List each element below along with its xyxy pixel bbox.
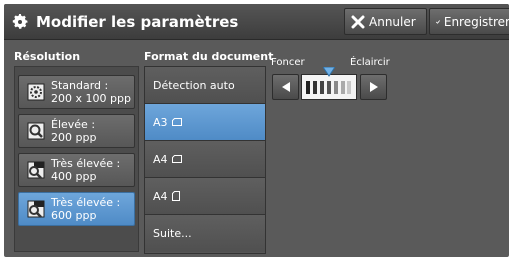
- arrow-left-icon: [281, 82, 290, 92]
- density-tick: [347, 80, 352, 94]
- resolution-option-line1: Standard :: [51, 79, 109, 92]
- density-scale: [301, 74, 357, 100]
- resolution-option-text: Élevée : 200 ppp: [51, 118, 96, 144]
- very-high-400-icon: [27, 161, 45, 179]
- format-list: Détection auto A3 A4 A4 Suite...: [144, 66, 266, 254]
- arrow-right-icon: [369, 82, 378, 92]
- density-lighter-label: Éclaircir: [350, 57, 390, 68]
- format-item-label: A3: [153, 115, 168, 129]
- checkmark-icon: [436, 19, 440, 24]
- landscape-paper-icon: [171, 118, 182, 126]
- format-item-label: Suite...: [153, 227, 192, 240]
- resolution-option-very-high-400[interactable]: Très élevée : 400 ppp: [18, 153, 135, 187]
- resolution-option-text: Très élevée : 600 ppp: [51, 196, 120, 222]
- density-darker-label: Foncer: [271, 57, 305, 68]
- title-group: Modifier les paramètres: [10, 12, 238, 32]
- density-lighter-button[interactable]: [360, 74, 387, 100]
- resolution-option-text: Très élevée : 400 ppp: [51, 157, 120, 183]
- resolution-option-very-high-600[interactable]: Très élevée : 600 ppp: [18, 192, 135, 226]
- resolution-option-line2: 200 ppp: [51, 131, 97, 144]
- very-high-600-icon: [27, 200, 45, 218]
- density-tick: [326, 80, 331, 94]
- screen: Modifier les paramètres Annuler Enregist…: [0, 0, 510, 259]
- density-tick: [340, 80, 345, 94]
- density-darker-button[interactable]: [272, 74, 299, 100]
- high-resolution-icon: [27, 122, 45, 140]
- standard-resolution-icon: [27, 83, 45, 101]
- format-item-label: Détection auto: [153, 78, 235, 92]
- format-item-a4-landscape[interactable]: A4: [145, 141, 265, 178]
- landscape-paper-icon: [171, 155, 182, 163]
- resolution-option-high[interactable]: Élevée : 200 ppp: [18, 114, 135, 148]
- density-marker: [323, 67, 335, 77]
- resolution-group: Standard : 200 x 100 ppp Élevée : 200 pp…: [14, 66, 139, 252]
- resolution-option-line1: Très élevée :: [51, 157, 121, 170]
- resolution-heading: Résolution: [14, 50, 81, 63]
- density-tick: [333, 80, 338, 94]
- density-tick: [306, 80, 311, 94]
- density-tick: [320, 80, 325, 94]
- format-item-label: A4: [153, 189, 168, 203]
- format-item-label: A4: [153, 152, 168, 166]
- format-item-a3-landscape[interactable]: A3: [145, 104, 265, 141]
- density-tick: [313, 80, 318, 94]
- settings-panel: Modifier les paramètres Annuler Enregist…: [4, 4, 509, 257]
- save-button[interactable]: Enregistrer: [429, 8, 509, 35]
- header-bar: Modifier les paramètres Annuler Enregist…: [4, 4, 509, 40]
- resolution-option-line2: 600 ppp: [51, 209, 97, 222]
- format-heading: Format du document: [144, 50, 274, 63]
- format-item-auto-detect[interactable]: Détection auto: [145, 67, 265, 104]
- resolution-option-line2: 200 x 100 ppp: [51, 92, 131, 105]
- close-icon: [351, 15, 365, 28]
- format-item-a4-portrait[interactable]: A4: [145, 178, 265, 215]
- cancel-button[interactable]: Annuler: [344, 8, 427, 35]
- gear-icon: [12, 14, 28, 29]
- page-title: Modifier les paramètres: [36, 13, 239, 31]
- resolution-option-line1: Élevée :: [51, 118, 96, 131]
- format-item-more[interactable]: Suite...: [145, 215, 265, 252]
- save-label: Enregistrer: [443, 14, 509, 29]
- resolution-option-standard[interactable]: Standard : 200 x 100 ppp: [18, 75, 135, 109]
- resolution-option-line2: 400 ppp: [51, 170, 97, 183]
- cancel-label: Annuler: [369, 14, 416, 29]
- portrait-paper-icon: [171, 191, 180, 201]
- resolution-option-text: Standard : 200 x 100 ppp: [51, 79, 131, 105]
- resolution-option-line1: Très élevée :: [51, 196, 121, 209]
